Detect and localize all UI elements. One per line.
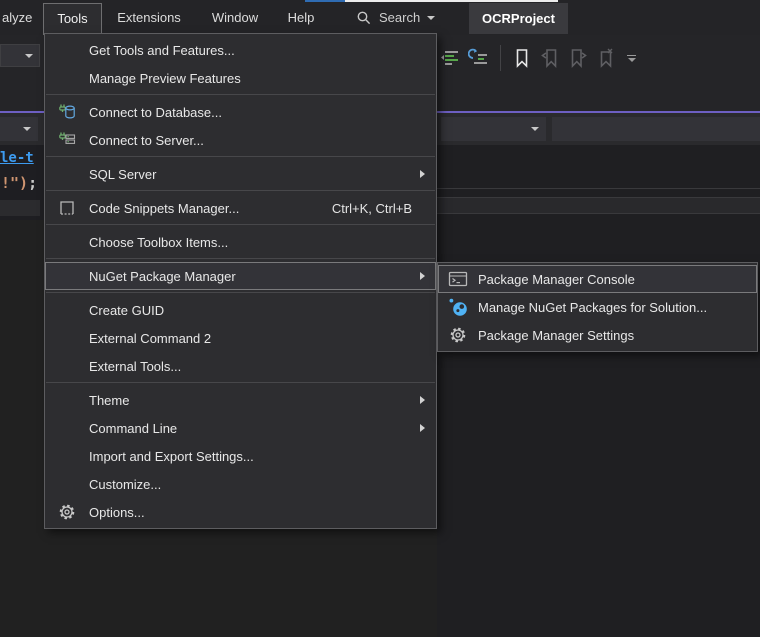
chevron-down-icon [531,127,539,131]
toggle-bookmark-icon[interactable] [511,47,533,69]
menu-separator [46,292,435,293]
vs-ide-window: alyze Tools Extensions Window Help Searc… [0,0,760,637]
menu-separator [46,156,435,157]
uncomment-selection-icon[interactable] [468,47,490,69]
menu-item-package-manager-console[interactable]: Package Manager Console [438,265,757,293]
search-icon [356,10,372,26]
panel-divider [437,188,760,189]
menu-separator [46,190,435,191]
menu-item-package-manager-settings[interactable]: Package Manager Settings [438,321,757,349]
menu-separator [46,94,435,95]
toolbar-dropdown[interactable] [0,44,40,67]
menu-item-nuget-package-manager[interactable]: NuGet Package Manager [45,262,436,290]
menu-item-choose-toolbox-items[interactable]: Choose Toolbox Items... [45,228,436,256]
menubar-item-extensions[interactable]: Extensions [117,0,181,35]
code-string-text: !"); [1,174,37,192]
search-dropdown-caret-icon[interactable] [427,16,435,20]
connect-server-icon [45,131,89,149]
toolbar-overflow-icon[interactable] [627,55,636,62]
console-icon [438,270,478,288]
submenu-arrow-icon [420,272,425,280]
project-dropdown[interactable] [0,117,38,141]
toolbar-separator [500,45,501,71]
menu-separator [46,382,435,383]
menu-separator [46,258,435,259]
member-dropdown[interactable] [552,117,760,141]
menu-item-sql-server[interactable]: SQL Server [45,160,436,188]
project-badge[interactable]: OCRProject [469,3,568,34]
menu-item-manage-nuget-packages-for-solution[interactable]: Manage NuGet Packages for Solution... [438,293,757,321]
menu-item-customize[interactable]: Customize... [45,470,436,498]
submenu-arrow-icon [420,424,425,432]
menubar-item-window[interactable]: Window [212,0,258,35]
previous-bookmark-icon[interactable] [539,47,561,69]
menubar-item-help[interactable]: Help [288,0,315,35]
comment-selection-icon[interactable] [440,47,462,69]
nuget-icon [438,297,478,317]
menu-item-create-guid[interactable]: Create GUID [45,296,436,324]
menu-item-manage-preview-features[interactable]: Manage Preview Features [45,64,436,92]
editor-area-right [437,145,760,637]
nuget-submenu-popup: Package Manager Console Manage NuGet Pac… [437,262,758,352]
tools-menu-popup: Get Tools and Features... Manage Preview… [44,33,437,529]
menu-item-options[interactable]: Options... [45,498,436,526]
search-label: Search [379,10,420,25]
menu-item-command-line[interactable]: Command Line [45,414,436,442]
menu-shortcut: Ctrl+K, Ctrl+B [332,201,412,216]
menu-item-external-tools[interactable]: External Tools... [45,352,436,380]
clear-bookmarks-icon[interactable] [595,47,617,69]
type-dropdown[interactable] [441,117,546,141]
menu-item-code-snippets-manager[interactable]: Code Snippets Manager... Ctrl+K, Ctrl+B [45,194,436,222]
menu-item-connect-to-server[interactable]: Connect to Server... [45,126,436,154]
chevron-down-icon [25,54,33,58]
submenu-arrow-icon [420,396,425,404]
editor-left-band [0,200,40,216]
menu-bar: alyze Tools Extensions Window Help Searc… [0,0,760,35]
menubar-item-tools[interactable]: Tools [43,3,102,35]
menu-item-import-and-export-settings[interactable]: Import and Export Settings... [45,442,436,470]
code-link-text[interactable]: le-t [0,150,34,166]
top-highlight-strip [345,0,558,2]
menu-item-get-tools-and-features[interactable]: Get Tools and Features... [45,36,436,64]
menu-item-external-command-2[interactable]: External Command 2 [45,324,436,352]
panel-band [437,197,760,214]
chevron-down-icon [23,127,31,131]
code-snippets-icon [45,199,89,217]
connect-database-icon [45,103,89,121]
menubar-item-analyze[interactable]: alyze [2,0,32,35]
submenu-arrow-icon [420,170,425,178]
menu-item-connect-to-database[interactable]: Connect to Database... [45,98,436,126]
menu-separator [46,224,435,225]
gear-icon [45,503,89,521]
menu-item-theme[interactable]: Theme [45,386,436,414]
next-bookmark-icon[interactable] [567,47,589,69]
top-accent-strip [305,0,345,2]
search-box[interactable]: Search [356,0,435,35]
gear-icon [438,326,478,344]
